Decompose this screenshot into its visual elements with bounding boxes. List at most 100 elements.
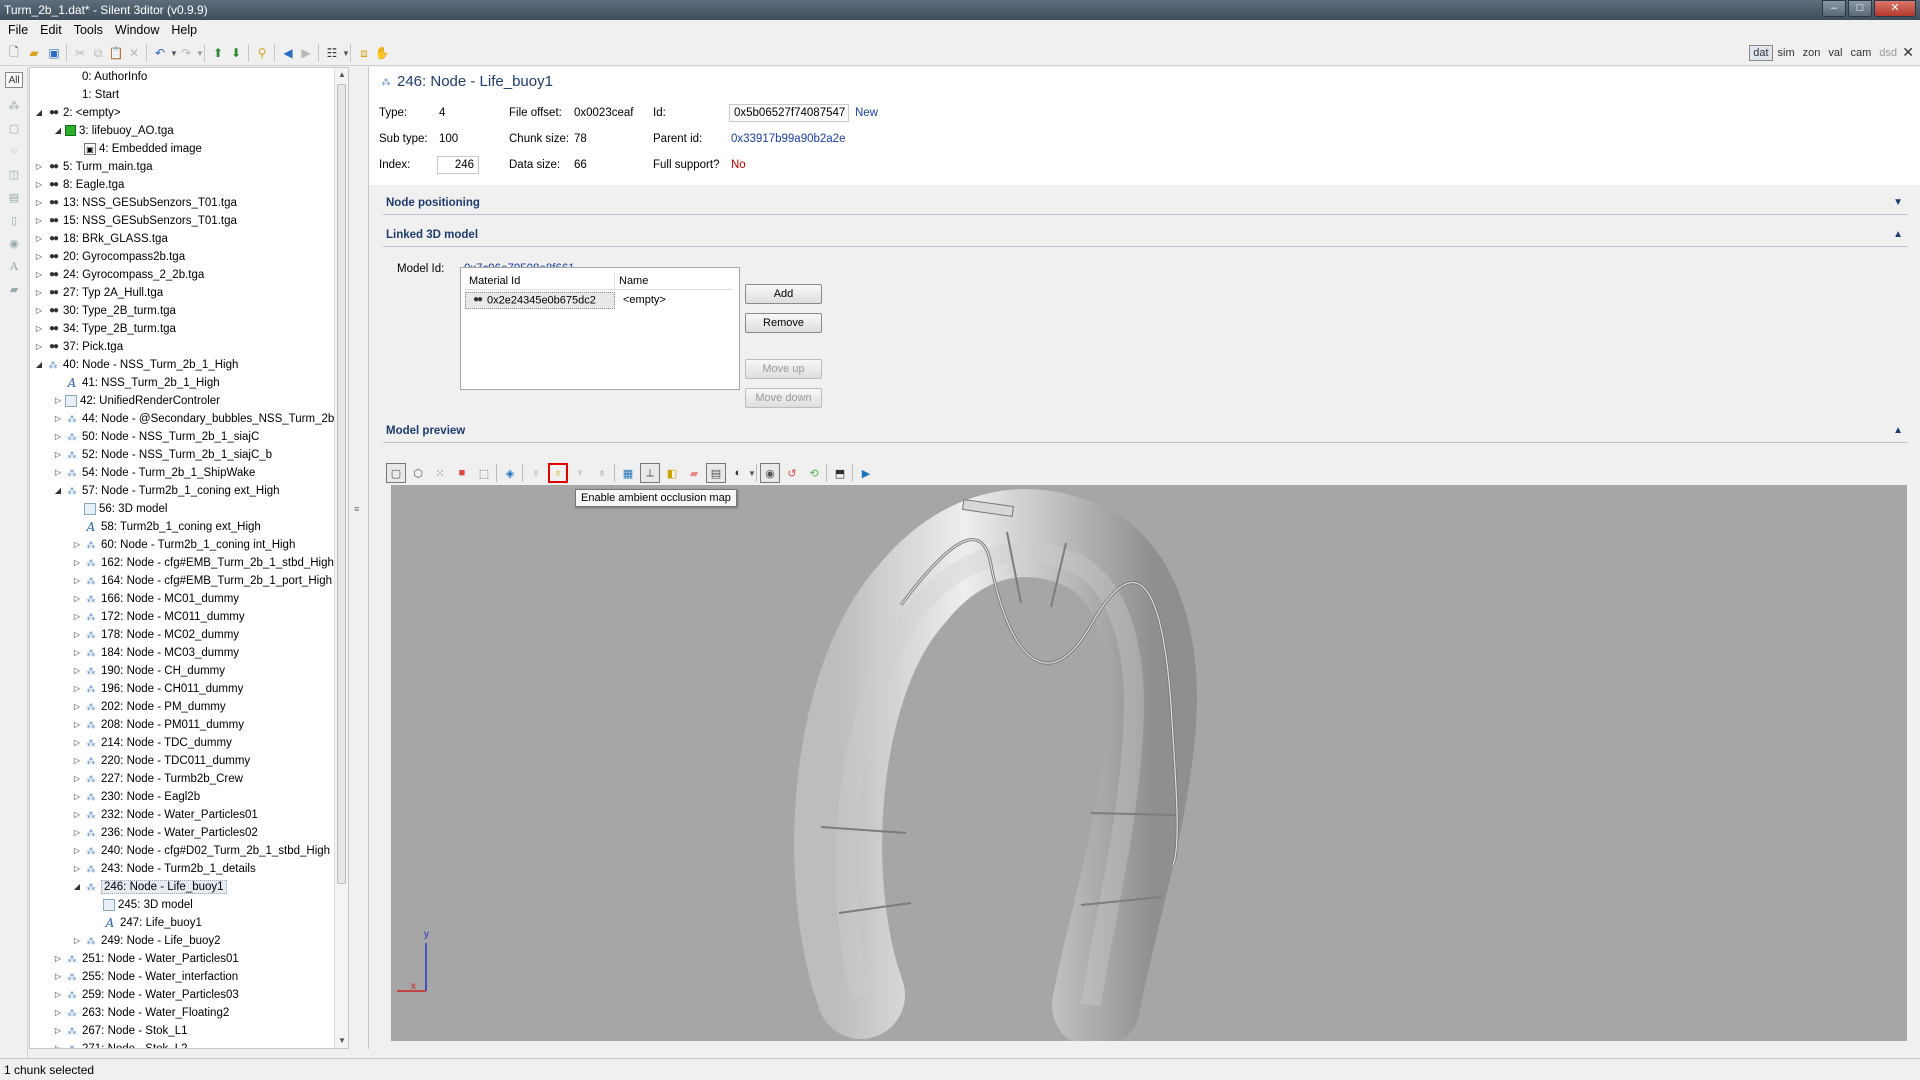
expand-arrow-icon[interactable]: ▷ [72,860,82,878]
tree-item[interactable]: ▷ ⁂ 52: Node - NSS_Turm_2b_1_siajC_b [53,446,272,464]
panel-splitter[interactable]: ≡ [350,67,368,1049]
tree-item[interactable]: ▷ ⁂ 243: Node - Turm2b_1_details [72,860,256,878]
tree-item[interactable]: A 58: Turm2b_1_coning ext_High [72,518,261,536]
tree-item[interactable]: ▷ ⁂ 166: Node - MC01_dummy [72,590,239,608]
expand-arrow-icon[interactable]: ▷ [53,1004,63,1022]
ambient-occlusion-bulb-icon[interactable]: ♁ [548,463,568,483]
open-folder-icon[interactable]: ▰ [26,45,42,61]
tree-item[interactable]: ▷ ●● 8: Eagle.tga [34,176,124,194]
tree-item[interactable]: ◢ ⁂ 246: Node - Life_buoy1 [72,878,227,896]
box-icon[interactable]: ◧ [662,463,682,483]
expand-arrow-icon[interactable]: ▷ [34,248,44,266]
mode-dat[interactable]: dat [1749,45,1773,61]
screenshot-camera-icon[interactable]: ⬒ [830,463,850,483]
tree-item[interactable]: ▷ ⁂ 240: Node - cfg#D02_Turm_2b_1_stbd_Hig… [72,842,330,860]
expand-arrow-icon[interactable]: ▷ [72,842,82,860]
expand-arrow-icon[interactable]: ▷ [72,734,82,752]
eraser-icon[interactable]: ▰ [684,463,704,483]
tree-item[interactable]: ▷ ⁂ 271: Node - Stok_L2 [53,1040,188,1048]
move-down-button[interactable]: Move down [745,388,822,408]
tree-item[interactable]: ▷ ⁂ 208: Node - PM011_dummy [72,716,244,734]
filter-materials-icon[interactable]: ◫ [5,166,23,182]
normals-icon[interactable]: ▤ [706,463,726,483]
tree-item[interactable]: ◢ ⁂ 57: Node - Turm2b_1_coning ext_High [53,482,280,500]
expand-arrow-icon[interactable]: ▷ [72,824,82,842]
delete-icon[interactable]: ✕ [126,45,142,61]
tree-item[interactable]: ▷ ⁂ 227: Node - Turmb2b_Crew [72,770,243,788]
tree-item[interactable]: ◢ 3: lifebuoy_AO.tga [53,122,174,140]
tree-item[interactable]: ▷ ●● 34: Type_2B_turm.tga [34,320,176,338]
tree-item[interactable]: ▷ ●● 5: Turm_main.tga [34,158,153,176]
expand-arrow-icon[interactable]: ▷ [53,428,63,446]
tree-item[interactable]: ▷ ⁂ 44: Node - @Secondary_bubbles_NSS_Turm… [53,410,347,428]
expand-arrow-icon[interactable]: ▷ [53,1022,63,1040]
move-up-icon[interactable]: ⬆ [210,45,226,61]
mode-sim[interactable]: sim [1775,46,1798,60]
model-viewport[interactable]: y x [391,485,1907,1041]
tree-item[interactable]: ▷ ●● 13: NSS_GESubSenzors_T01.tga [34,194,237,212]
move-down-icon[interactable]: ⬇ [228,45,244,61]
expand-arrow-icon[interactable]: ▷ [53,986,63,1004]
export-icon[interactable]: ⧈ [356,45,372,61]
filter-sounds-icon[interactable]: ▯ [5,212,23,228]
remove-button[interactable]: Remove [745,313,822,333]
vertices-icon[interactable]: ⁙ [430,463,450,483]
axes-icon[interactable]: ⟂ [640,463,660,483]
id-new-link[interactable]: New [855,107,878,119]
find-icon[interactable]: ⚲ [254,45,270,61]
tree-item[interactable]: ▷ ⁂ 162: Node - cfg#EMB_Turm_2b_1_stbd_Hig… [72,554,334,572]
expand-arrow-icon[interactable]: ▷ [53,410,63,428]
scroll-down-icon[interactable]: ▼ [335,1034,348,1048]
filter-all-button[interactable]: All [5,72,23,88]
menu-window[interactable]: Window [111,23,167,37]
materials-table[interactable]: Material Id Name ●● 0x2e24345e0b675dc2 <e… [460,267,740,390]
expand-arrow-icon[interactable]: ▷ [72,806,82,824]
tree-item[interactable]: ▷ ⁂ 60: Node - Turm2b_1_coning int_High [72,536,295,554]
add-button[interactable]: Add [745,284,822,304]
tree-item[interactable]: ▷ ●● 20: Gyrocompass2b.tga [34,248,185,266]
light-bulb-icon[interactable]: ♁ [526,463,546,483]
tree-item[interactable]: ▷ ⁂ 202: Node - PM_dummy [72,698,226,716]
tree-item[interactable]: ▷ ⁂ 190: Node - CH_dummy [72,662,225,680]
lights-icon[interactable]: ♁ [592,463,612,483]
expand-arrow-icon[interactable]: ▷ [34,158,44,176]
tree-item[interactable]: ▣ 4: Embedded image [72,140,202,158]
tree-item[interactable]: ▷ ⁂ 255: Node - Water_interfaction [53,968,238,986]
collapse-chevron-icon[interactable]: ▲ [1893,425,1903,436]
tree-item[interactable]: ▷ ⁂ 184: Node - MC03_dummy [72,644,239,662]
filter-text-icon[interactable]: A [5,258,23,274]
reset-view-icon[interactable]: ↺ [782,463,802,483]
shading-dropdown-icon[interactable]: ▼ [742,463,762,483]
linked-model-section[interactable]: Linked 3D model ▲ [383,225,1907,247]
forward-icon[interactable]: ▶ [298,45,314,61]
collapse-arrow-icon[interactable]: ◢ [53,122,63,140]
expand-arrow-icon[interactable]: ▷ [53,464,63,482]
expand-arrow-icon[interactable]: ▷ [34,212,44,230]
menu-file[interactable]: File [4,23,36,37]
expand-chevron-icon[interactable]: ▼ [1893,197,1903,208]
filter-other-icon[interactable]: ▰ [5,281,23,297]
node-positioning-section[interactable]: Node positioning ▼ [383,193,1907,215]
parent-id-link[interactable]: 0x33917b99a90b2a2e [731,133,845,145]
tree-item[interactable]: 56: 3D model [72,500,167,518]
tree-item[interactable]: ▷ ⁂ 50: Node - NSS_Turm_2b_1_siajC [53,428,259,446]
view-dropdown-icon[interactable]: ▼ [338,45,354,61]
expand-arrow-icon[interactable]: ▷ [72,716,82,734]
tree-item[interactable]: ▷ ⁂ 232: Node - Water_Particles01 [72,806,258,824]
expand-arrow-icon[interactable]: ▷ [34,230,44,248]
id-field[interactable]: 0x5b06527f74087547 [729,104,849,122]
tree-item[interactable]: ◢ ⁂ 40: Node - NSS_Turm_2b_1_High [34,356,238,374]
tree-item[interactable]: 0: AuthorInfo [53,68,147,86]
tree-item[interactable]: ▷ ●● 27: Typ 2A_Hull.tga [34,284,163,302]
filter-images-icon[interactable]: ▤ [5,189,23,205]
expand-arrow-icon[interactable]: ▷ [34,338,44,356]
table-row[interactable]: ●● 0x2e24345e0b675dc2 <empty> [465,291,666,309]
expand-arrow-icon[interactable]: ▷ [72,644,82,662]
tree-item[interactable]: ▷ ⁂ 230: Node - Eagl2b [72,788,200,806]
redo-dropdown-icon[interactable]: ▼ [192,45,208,61]
cut-icon[interactable]: ✂ [72,45,88,61]
expand-arrow-icon[interactable]: ▷ [53,968,63,986]
save-icon[interactable]: ▣ [46,45,62,61]
tree-item[interactable]: ▷ 42: UnifiedRenderControler [53,392,220,410]
grid-icon[interactable]: ▦ [618,463,638,483]
